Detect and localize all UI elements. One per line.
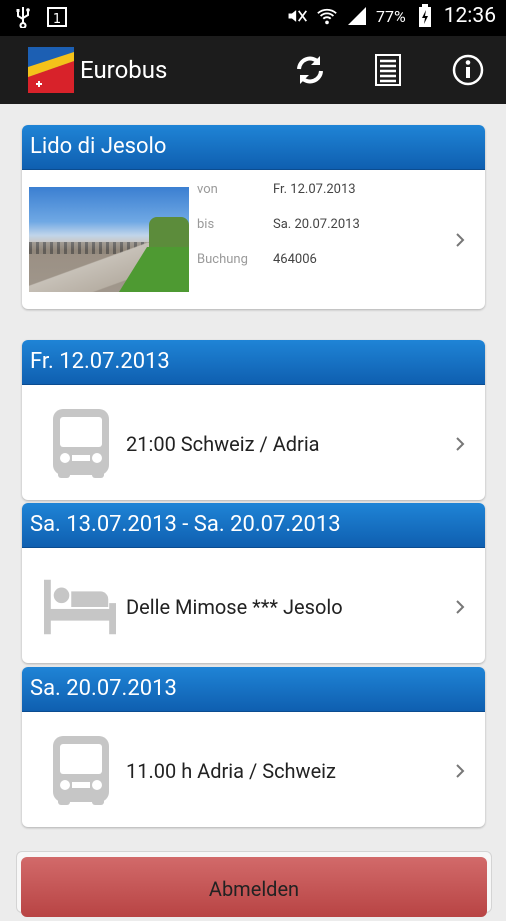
- chevron-right-icon: [453, 437, 467, 451]
- svg-text:1: 1: [53, 12, 61, 27]
- logout-container: Abmelden: [16, 851, 492, 917]
- detail-label-booking: Buchung: [197, 252, 248, 267]
- itinerary-card-return: Sa. 20.07.2013 11.00 h Adria / Schweiz: [22, 667, 485, 827]
- wifi-icon: [316, 5, 338, 27]
- chevron-right-icon: [453, 764, 467, 778]
- itinerary-card-outbound: Fr. 12.07.2013 21:00 Schweiz / Adria: [22, 340, 485, 500]
- itinerary-item-hotel[interactable]: Delle Mimose *** Jesolo: [22, 548, 485, 663]
- battery-charging-icon: [414, 4, 436, 27]
- action-bar: Eurobus: [0, 36, 506, 104]
- signal-icon: [346, 5, 368, 27]
- segment-text: Delle Mimose *** Jesolo: [126, 595, 343, 619]
- itinerary-item-outbound[interactable]: 21:00 Schweiz / Adria: [22, 385, 485, 500]
- battery-percent: 77%: [376, 6, 406, 26]
- segment-date-header: Sa. 20.07.2013: [22, 667, 485, 712]
- notification-box-icon: 1: [46, 6, 68, 28]
- detail-value-to: Sa. 20.07.2013: [273, 217, 360, 232]
- usb-icon: [12, 6, 34, 28]
- segment-date-header: Sa. 13.07.2013 - Sa. 20.07.2013: [22, 503, 485, 548]
- app-logo: [28, 47, 74, 93]
- info-icon[interactable]: [450, 52, 486, 88]
- segment-text: 11.00 h Adria / Schweiz: [126, 759, 336, 783]
- detail-label-to: bis: [197, 217, 215, 232]
- app-title: Eurobus: [80, 56, 168, 84]
- bus-icon: [50, 407, 112, 481]
- bus-icon: [50, 734, 112, 808]
- logout-button[interactable]: Abmelden: [21, 857, 487, 917]
- trip-card[interactable]: Lido di Jesolo von Fr. 12.07.2013 bis Sa…: [22, 125, 485, 309]
- bed-icon: [44, 570, 116, 644]
- status-bar: 1 77% 12:36: [0, 0, 506, 36]
- segment-text: 21:00 Schweiz / Adria: [126, 432, 320, 456]
- detail-value-booking: 464006: [273, 252, 317, 267]
- refresh-icon[interactable]: [292, 52, 328, 88]
- detail-value-from: Fr. 12.07.2013: [273, 182, 356, 197]
- itinerary-card-hotel: Sa. 13.07.2013 - Sa. 20.07.2013 Delle Mi…: [22, 503, 485, 663]
- mute-icon: [286, 5, 308, 27]
- itinerary-item-return[interactable]: 11.00 h Adria / Schweiz: [22, 712, 485, 827]
- beach-photo: [29, 187, 189, 292]
- segment-date-header: Fr. 12.07.2013: [22, 340, 485, 385]
- trip-destination: Lido di Jesolo: [22, 125, 485, 170]
- chevron-right-icon: [453, 233, 467, 247]
- status-time: 12:36: [443, 4, 496, 28]
- detail-label-from: von: [197, 182, 218, 197]
- chevron-right-icon: [453, 600, 467, 614]
- list-icon[interactable]: [370, 52, 406, 88]
